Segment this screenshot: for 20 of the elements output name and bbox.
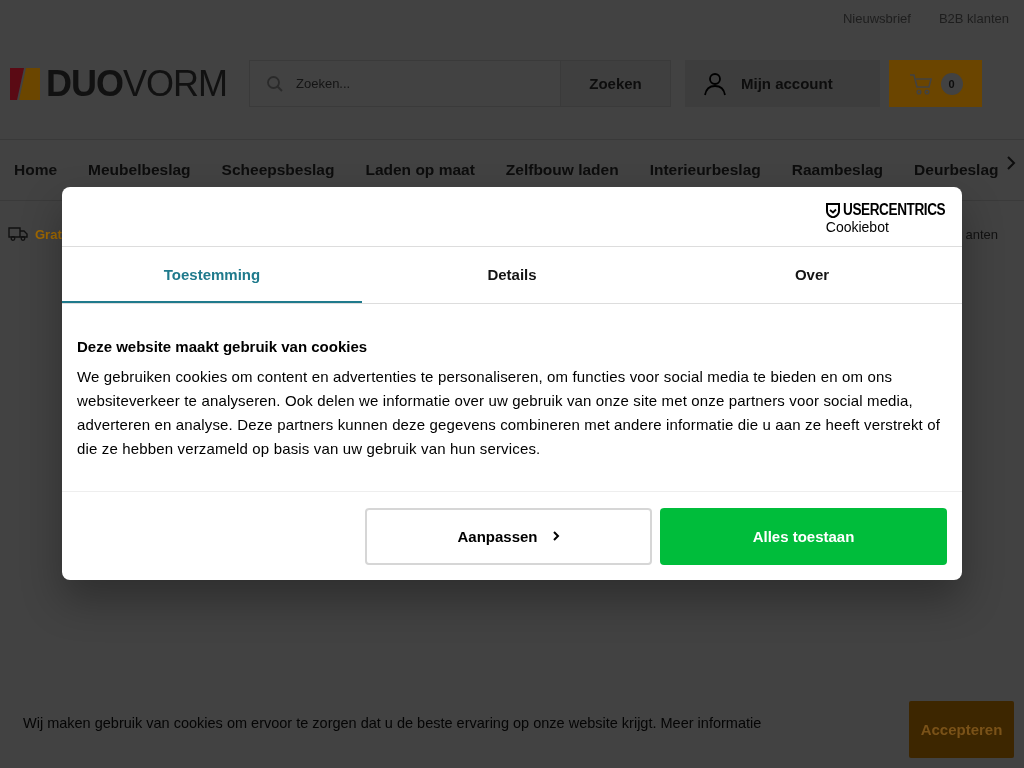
more-info-link[interactable]: Meer informatie (660, 715, 762, 731)
logo-mark-icon (10, 67, 40, 100)
dialog-tab[interactable]: Over (662, 247, 962, 303)
customize-button[interactable]: Aanpassen (365, 507, 652, 565)
chevron-right-icon[interactable] (1006, 156, 1016, 170)
truck-icon (8, 227, 28, 241)
person-icon (703, 71, 727, 96)
shield-icon (825, 202, 840, 218)
dialog-tab[interactable]: Toestemming (62, 247, 362, 303)
search-icon (266, 74, 284, 93)
dialog-body-text: We gebruiken cookies om content en advertenties te personaliseren, om functies voor social media te bieden en om ons websiteverkeer te analyseren. Ook delen we informatie over uw gebruik van onze site met onze partners voor social media, adverteren en analyse. Deze partners kunnen deze gegevens combineren met andere informatie die u aan ze heeft verstrekt of die ze hebben verzameld op basis van uw gebruik van hun services. (77, 367, 941, 459)
dialog-tab[interactable]: Details (362, 247, 662, 303)
dialog-heading: Deze website maakt gebruik van cookies (77, 338, 369, 355)
cookie-notice-text: Wij maken gebruik van cookies om ervoor te zorgen dat u de beste ervaring op onze website krijgt. Meer informatie (23, 715, 763, 731)
allow-all-button[interactable]: Alles toestaan (660, 507, 947, 565)
cookiebot-logo: USERCENTRICS Cookiebot (825, 201, 946, 237)
cart-icon (908, 72, 933, 95)
chevron-right-icon (551, 530, 560, 542)
accept-button[interactable]: Accepteren (909, 700, 1014, 758)
usp-text: Grat (35, 226, 62, 242)
